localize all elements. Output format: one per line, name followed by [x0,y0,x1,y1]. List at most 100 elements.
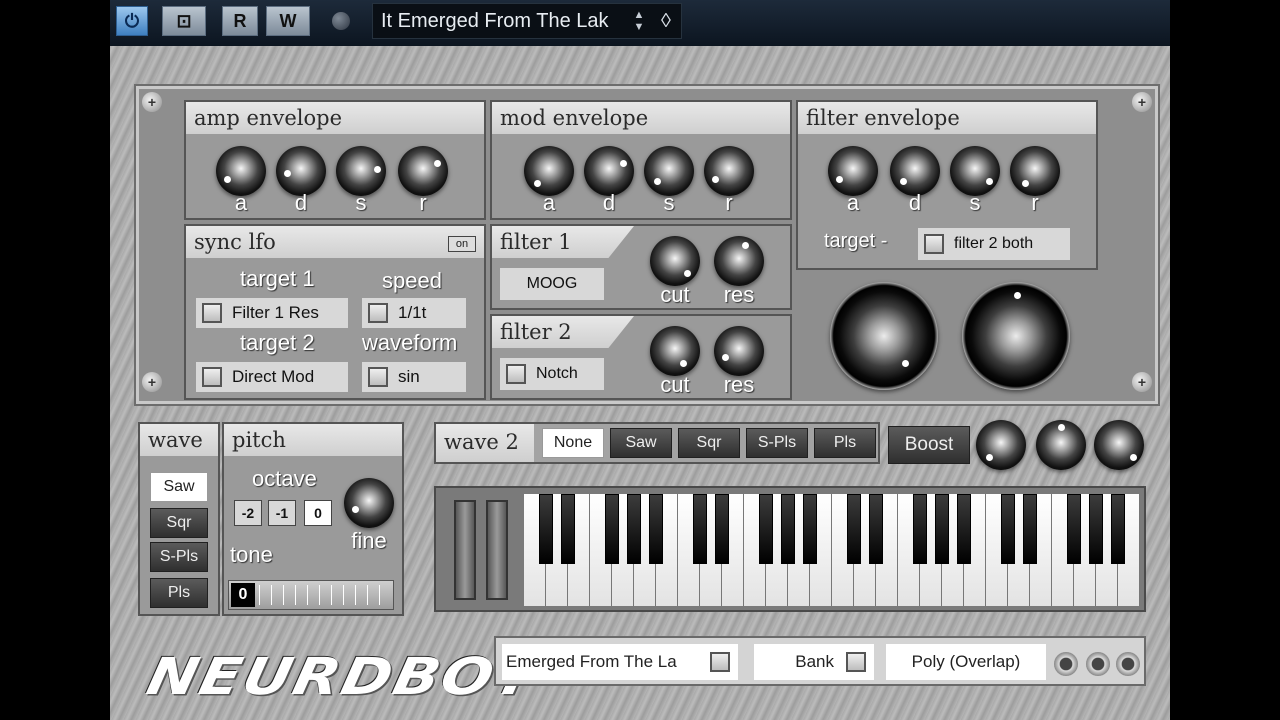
black-key[interactable] [715,494,729,564]
chevron-down-icon[interactable]: ▼ [634,21,645,33]
octave-minus1-button[interactable]: -1 [268,500,296,526]
wave2-panel: wave 2 None Saw Sqr S-Pls Pls [434,422,880,464]
lfo-target2-selector[interactable]: Direct Mod [196,362,348,392]
checkbox-icon[interactable] [506,364,526,384]
lfo-target2-label: target 2 [240,330,315,355]
output-knob-3[interactable] [1094,420,1144,470]
black-key[interactable] [935,494,949,564]
filter2-res-knob[interactable] [714,326,764,376]
filter-env-target-selector[interactable]: filter 2 both [918,228,1070,260]
read-automation-button[interactable]: R [222,6,258,36]
black-key[interactable] [1067,494,1081,564]
filter-env-sustain-label: s [969,190,981,215]
black-key[interactable] [957,494,971,564]
filter1-cut-knob[interactable] [650,236,700,286]
filter-env-release-knob[interactable] [1010,146,1060,196]
voice-mode-selector[interactable]: Poly (Overlap) [886,644,1046,680]
black-key[interactable] [561,494,575,564]
write-automation-button[interactable]: W [266,6,310,36]
wave-saw-button[interactable]: Saw [150,472,208,502]
wave-pls-button[interactable]: Pls [150,578,208,608]
boost-button[interactable]: Boost [888,426,970,464]
amp-envelope-title: amp envelope [186,102,484,134]
pitch-bend-wheel[interactable] [454,500,476,600]
black-key[interactable] [803,494,817,564]
lfo-on-toggle[interactable]: on [448,236,476,252]
black-key[interactable] [1001,494,1015,564]
wave2-pls-button[interactable]: Pls [814,428,876,458]
chevron-up-icon[interactable]: ▲ [634,9,645,21]
bank-field[interactable]: Bank [754,644,874,680]
mod-decay-knob[interactable] [584,146,634,196]
tone-slider[interactable]: 0 [228,580,394,610]
black-key[interactable] [627,494,641,564]
power-button[interactable]: ⏻ [116,6,148,36]
wave2-sqr-button[interactable]: Sqr [678,428,740,458]
checkbox-icon[interactable] [368,367,388,387]
checkbox-icon[interactable] [924,234,944,254]
checkbox-icon[interactable] [368,303,388,323]
lfo-waveform-selector[interactable]: sin [362,362,466,392]
amp-attack-knob[interactable] [216,146,266,196]
black-key[interactable] [869,494,883,564]
amp-sustain-label: s [355,190,367,215]
filter1-type-selector[interactable]: MOOG [500,268,604,300]
checkbox-icon[interactable] [202,303,222,323]
tone-label: tone [230,542,273,567]
wave-spls-button[interactable]: S-Pls [150,542,208,572]
screw-icon: + [1132,372,1152,392]
fine-tune-knob[interactable] [344,478,394,528]
black-key[interactable] [539,494,553,564]
octave-label: octave [252,466,317,491]
bank-checkbox-icon[interactable] [846,652,866,672]
checkbox-icon[interactable] [202,367,222,387]
wave2-none-button[interactable]: None [542,428,604,458]
indicator-ring-icon [1054,652,1078,676]
preset-field[interactable]: Emerged From The La [502,644,738,680]
filter1-panel: filter 1 MOOG cut res [490,224,792,310]
mod-release-knob[interactable] [704,146,754,196]
filter1-res-knob[interactable] [714,236,764,286]
wave2-saw-button[interactable]: Saw [610,428,672,458]
black-key[interactable] [649,494,663,564]
octave-zero-button[interactable]: 0 [304,500,332,526]
black-key[interactable] [913,494,927,564]
output-knob-1[interactable] [976,420,1026,470]
black-key[interactable] [847,494,861,564]
filter2-cut-knob[interactable] [650,326,700,376]
bank-label: Bank [795,652,834,671]
monitor-button[interactable]: ⊡ [162,6,206,36]
filter-env-attack-knob[interactable] [828,146,878,196]
preset-spinner[interactable]: ▲ ▼ [628,6,650,36]
black-key[interactable] [1089,494,1103,564]
screw-icon: + [142,92,162,112]
black-key[interactable] [759,494,773,564]
piano-keyboard[interactable] [524,494,1140,606]
lfo-speed-selector[interactable]: 1/1t [362,298,466,328]
preset-checkbox-icon[interactable] [710,652,730,672]
filter2-res-label: res [723,372,755,397]
wave2-spls-button[interactable]: S-Pls [746,428,808,458]
amp-sustain-knob[interactable] [336,146,386,196]
black-key[interactable] [693,494,707,564]
filter-env-decay-knob[interactable] [890,146,940,196]
cutoff-main-knob[interactable] [830,282,938,390]
amp-release-knob[interactable] [398,146,448,196]
indicator-ring-icon [1086,652,1110,676]
mod-wheel[interactable] [486,500,508,600]
preset-menu-icon[interactable]: ◊ [654,6,678,36]
mod-sustain-knob[interactable] [644,146,694,196]
resonance-main-knob[interactable] [962,282,1070,390]
output-knob-2[interactable] [1036,420,1086,470]
filter-env-sustain-knob[interactable] [950,146,1000,196]
black-key[interactable] [781,494,795,564]
amp-decay-knob[interactable] [276,146,326,196]
black-key[interactable] [1023,494,1037,564]
black-key[interactable] [605,494,619,564]
black-key[interactable] [1111,494,1125,564]
filter2-type-selector[interactable]: Notch [500,358,604,390]
mod-attack-knob[interactable] [524,146,574,196]
octave-minus2-button[interactable]: -2 [234,500,262,526]
lfo-target1-selector[interactable]: Filter 1 Res [196,298,348,328]
wave-sqr-button[interactable]: Sqr [150,508,208,538]
